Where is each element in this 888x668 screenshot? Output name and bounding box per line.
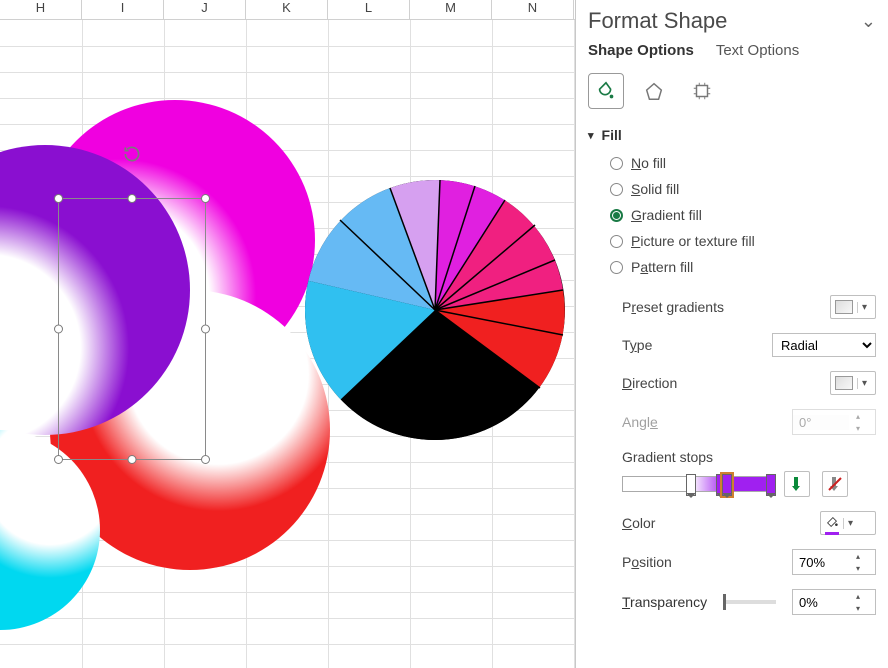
tab-shape-options[interactable]: Shape Options	[588, 42, 694, 59]
radio-icon	[610, 183, 623, 196]
radio-icon	[610, 261, 623, 274]
fill-option-gradient[interactable]: Gradient fill	[610, 207, 876, 223]
col-header[interactable]: M	[410, 0, 492, 19]
angle-input: ▴▾	[792, 409, 876, 435]
collapse-pane-icon[interactable]: ⌄	[861, 11, 876, 32]
fill-option-picture[interactable]: Picture or texture fill	[610, 233, 876, 249]
gradient-stops-track[interactable]	[622, 476, 772, 492]
spin-up-icon[interactable]: ▴	[849, 550, 867, 562]
gradient-stop[interactable]	[686, 474, 696, 496]
chevron-down-icon: ▾	[588, 129, 594, 142]
col-header[interactable]: H	[0, 0, 82, 19]
column-headers: H I J K L M N	[0, 0, 575, 20]
preset-gradients-label: Preset gradients	[622, 299, 724, 315]
caret-down-icon: ▾	[857, 378, 867, 389]
fill-option-solid[interactable]: Solid fill	[610, 181, 876, 197]
gradient-stop[interactable]	[766, 474, 776, 496]
col-header[interactable]: K	[246, 0, 328, 19]
tab-text-options[interactable]: Text Options	[716, 42, 799, 59]
position-input[interactable]: ▴▾	[792, 549, 876, 575]
add-gradient-stop-button[interactable]	[784, 471, 810, 497]
caret-down-icon: ▾	[843, 518, 853, 529]
fill-and-line-icon[interactable]	[588, 73, 624, 109]
direction-picker[interactable]: ▾	[830, 371, 876, 395]
col-header[interactable]: I	[82, 0, 164, 19]
col-header[interactable]: L	[328, 0, 410, 19]
remove-gradient-stop-button[interactable]	[822, 471, 848, 497]
spreadsheet-canvas[interactable]: H I J K L M N	[0, 0, 575, 668]
size-properties-icon[interactable]	[684, 73, 720, 109]
type-label: Type	[622, 337, 652, 353]
direction-label: Direction	[622, 375, 677, 391]
direction-swatch-icon	[835, 376, 853, 390]
col-header[interactable]: N	[492, 0, 574, 19]
col-header[interactable]: J	[164, 0, 246, 19]
gradient-swatch-icon	[835, 300, 853, 314]
radio-icon	[610, 235, 623, 248]
stop-color-picker[interactable]: ▾	[820, 511, 876, 535]
gradient-stops-label: Gradient stops	[622, 449, 713, 465]
transparency-input[interactable]: ▴▾	[792, 589, 876, 615]
transparency-slider[interactable]	[723, 600, 776, 604]
effects-icon[interactable]	[636, 73, 672, 109]
shapes-layer[interactable]	[0, 0, 575, 668]
spin-up-icon[interactable]: ▴	[849, 590, 867, 602]
caret-down-icon: ▾	[857, 302, 867, 313]
format-shape-pane: Format Shape ⌄ Shape Options Text Option…	[575, 0, 888, 668]
gradient-stop[interactable]	[722, 474, 732, 496]
radio-icon	[610, 157, 623, 170]
spin-down-icon[interactable]: ▾	[849, 602, 867, 614]
position-label: Position	[622, 554, 672, 570]
transparency-label: Transparency	[622, 594, 707, 610]
fill-option-none[interactable]: NNo fillo fill	[610, 155, 876, 171]
angle-label: Angle	[622, 414, 658, 430]
fill-option-pattern[interactable]: Pattern fill	[610, 259, 876, 275]
color-label: Color	[622, 515, 655, 531]
radio-icon	[610, 209, 623, 222]
fill-section-label: Fill	[602, 127, 622, 143]
preset-gradients-picker[interactable]: ▾	[830, 295, 876, 319]
gradient-type-select[interactable]: LinearRadialRectangularPath	[772, 333, 876, 357]
fill-section-header[interactable]: ▾ Fill	[588, 127, 876, 143]
pane-title: Format Shape	[588, 8, 727, 34]
spin-down-icon[interactable]: ▾	[849, 562, 867, 574]
paint-bucket-icon	[825, 515, 839, 532]
